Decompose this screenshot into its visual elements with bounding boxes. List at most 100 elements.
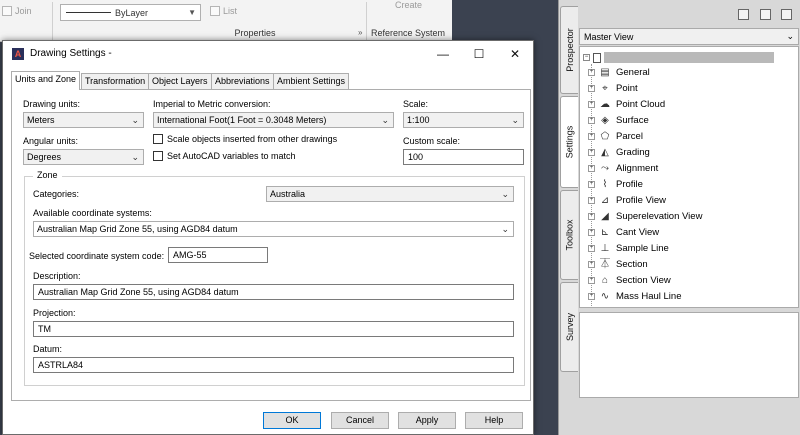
chevron-down-icon: ⌄ — [501, 189, 509, 199]
sample-line-icon: ⊥ — [600, 243, 610, 254]
palette-toolbar — [578, 4, 800, 26]
tab-survey-label: Survey — [564, 312, 575, 342]
settings-tree-icon[interactable] — [738, 9, 749, 20]
apply-button[interactable]: Apply — [398, 412, 456, 429]
expand-icon[interactable]: + — [588, 213, 595, 220]
dialog-title: Drawing Settings - — [30, 48, 112, 59]
tree-item-label: Section — [616, 259, 648, 270]
tree-root-selection — [604, 52, 774, 63]
scale-objects-checkbox[interactable]: Scale objects inserted from other drawin… — [153, 134, 337, 144]
drawing-units-select[interactable]: Meters ⌄ — [23, 112, 144, 128]
chevron-down-icon: ⌄ — [381, 115, 389, 125]
create-button[interactable]: Create — [395, 0, 422, 10]
tab-prospector[interactable]: Prospector — [560, 6, 578, 94]
expand-icon[interactable]: + — [588, 165, 595, 172]
join-button[interactable]: Join — [2, 6, 32, 16]
view-selector[interactable]: Master View ⌄ — [579, 28, 799, 45]
angular-units-label: Angular units: — [23, 136, 79, 146]
projection-field: TM — [33, 321, 514, 337]
projection-label: Projection: — [33, 308, 76, 318]
ribbon-divider — [366, 2, 367, 40]
tab-ambient-settings[interactable]: Ambient Settings — [273, 73, 350, 89]
checkbox-box[interactable] — [153, 134, 163, 144]
tab-survey[interactable]: Survey — [560, 282, 578, 372]
tree-root-drawing[interactable]: − — [583, 51, 797, 64]
linetype-value: ByLayer — [115, 7, 149, 18]
chevron-down-icon: ⌄ — [786, 31, 794, 41]
help-button[interactable]: Help — [465, 412, 523, 429]
help-icon[interactable] — [781, 9, 792, 20]
tab-settings[interactable]: Settings — [560, 96, 578, 188]
properties-panel-label: Properties — [234, 28, 276, 38]
custom-scale-input[interactable]: 100 — [403, 149, 524, 165]
scale-select[interactable]: 1:100 ⌄ — [403, 112, 524, 128]
expand-icon[interactable]: + — [588, 149, 595, 156]
tab-abbreviations[interactable]: Abbreviations — [211, 73, 274, 89]
tree-item-label: Point Cloud — [616, 99, 666, 110]
expand-icon[interactable]: + — [588, 261, 595, 268]
expand-icon[interactable]: + — [588, 197, 595, 204]
tab-units-and-zone[interactable]: Units and Zone — [11, 71, 81, 90]
tab-object-layers[interactable]: Object Layers — [148, 73, 212, 89]
tree-item-label: Section View — [616, 275, 671, 286]
expand-icon[interactable]: + — [588, 133, 595, 140]
ribbon: Join ByLayer ▼ List Create Properties » … — [0, 0, 452, 42]
alignment-icon: ⤳ — [601, 163, 609, 174]
collapse-icon[interactable]: − — [583, 54, 590, 61]
expand-icon[interactable]: + — [588, 69, 595, 76]
civil3d-app-icon: A — [12, 48, 24, 60]
description-field: Australian Map Grid Zone 55, using AGD84… — [33, 284, 514, 300]
cant-view-icon: ⊾ — [600, 227, 610, 238]
expand-icon[interactable]: + — [588, 245, 595, 252]
expand-icon[interactable]: + — [588, 181, 595, 188]
close-icon[interactable]: ✕ — [501, 45, 529, 63]
tree-item-label: General — [616, 67, 650, 78]
imperial-conversion-value: International Foot(1 Foot = 0.3048 Meter… — [157, 115, 327, 125]
panel-expand-icon[interactable]: » — [358, 28, 362, 37]
tree-item-label: Mass Haul Line — [616, 291, 682, 302]
selected-code-label: Selected coordinate system code: — [29, 251, 165, 261]
expand-icon[interactable]: + — [588, 117, 595, 124]
tree-item-label: Surface — [616, 115, 649, 126]
settings-tree: − + ▤ General + ⌖ Point + ☁ Point Cloud … — [579, 46, 799, 308]
description-label: Description: — [33, 271, 81, 281]
mass-haul-line-icon: ∿ — [600, 291, 610, 302]
tab-transformation[interactable]: Transformation — [81, 73, 150, 89]
expand-icon[interactable]: + — [588, 277, 595, 284]
join-icon — [2, 6, 12, 16]
chevron-down-icon: ⌄ — [501, 224, 509, 234]
dialog-titlebar[interactable]: A Drawing Settings - — ☐ ✕ — [3, 41, 533, 67]
tree-item-label: Cant View — [616, 227, 660, 238]
imperial-conversion-label: Imperial to Metric conversion: — [153, 99, 271, 109]
custom-scale-label: Custom scale: — [403, 136, 461, 146]
tree-item-label: Profile View — [616, 195, 666, 206]
linetype-preview — [66, 12, 111, 13]
cancel-button[interactable]: Cancel — [331, 412, 389, 429]
minimize-icon[interactable]: — — [429, 45, 457, 63]
expand-icon[interactable]: + — [588, 229, 595, 236]
profile-icon: ⌇ — [602, 179, 608, 190]
toolspace-palette: Prospector Settings Toolbox Survey Maste… — [558, 0, 800, 435]
expand-icon[interactable]: + — [588, 85, 595, 92]
chevron-down-icon: ▼ — [188, 8, 196, 17]
linetype-dropdown[interactable]: ByLayer ▼ — [60, 4, 201, 21]
profile-view-icon: ⊿ — [600, 195, 610, 206]
categories-select[interactable]: Australia ⌄ — [266, 186, 514, 202]
expand-icon[interactable]: + — [588, 101, 595, 108]
window-icon[interactable] — [760, 9, 771, 20]
list-button[interactable]: List — [210, 6, 237, 16]
tree-item-label: Sample Line — [616, 243, 669, 254]
checkbox-box[interactable] — [153, 151, 163, 161]
expand-icon[interactable]: + — [588, 293, 595, 300]
list-label: List — [223, 6, 238, 16]
maximize-icon[interactable]: ☐ — [465, 45, 493, 63]
available-coordinate-systems-select[interactable]: Australian Map Grid Zone 55, using AGD84… — [33, 221, 514, 237]
tree-item-label: Alignment — [616, 163, 659, 174]
item-preview-pane — [579, 312, 799, 398]
tab-toolbox[interactable]: Toolbox — [560, 190, 578, 280]
tree-item-label: Point — [616, 83, 638, 94]
ok-button[interactable]: OK — [263, 412, 321, 429]
set-autocad-variables-checkbox[interactable]: Set AutoCAD variables to match — [153, 151, 296, 161]
angular-units-select[interactable]: Degrees ⌄ — [23, 149, 144, 165]
imperial-conversion-select[interactable]: International Foot(1 Foot = 0.3048 Meter… — [153, 112, 394, 128]
